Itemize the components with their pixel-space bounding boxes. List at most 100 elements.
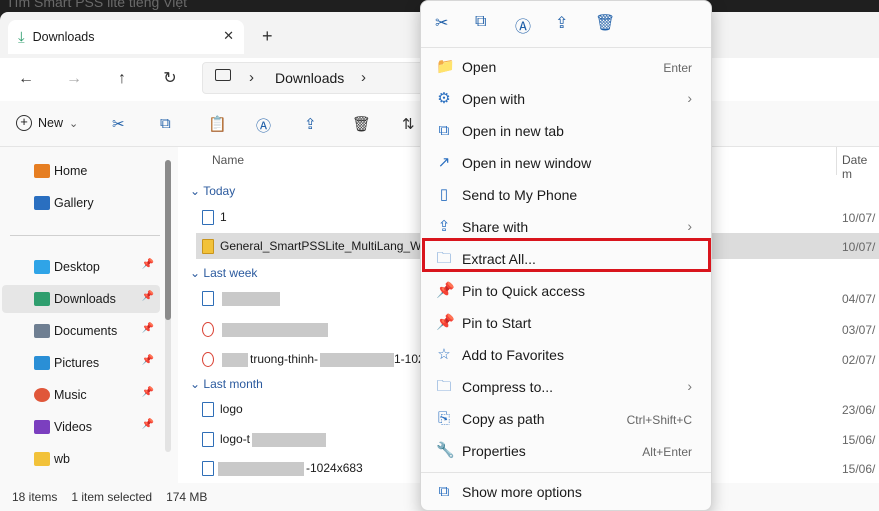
file-name: 1 (220, 210, 227, 224)
tab-title: Downloads (32, 30, 95, 44)
menu-item-label: Open in new window (462, 155, 592, 171)
item-count: 18 items (12, 490, 58, 504)
menu-item-open-new-window[interactable]: ↗ Open in new window (426, 148, 706, 178)
wrench-icon: 🔧 (436, 442, 455, 459)
menu-divider (421, 472, 711, 473)
sidebar-item-label: Documents (54, 324, 118, 338)
selection-count: 1 item selected (71, 490, 153, 504)
menu-item-copy-path[interactable]: ⎘ Copy as path Ctrl+Shift+C (426, 404, 706, 434)
menu-item-label: Open with (462, 91, 526, 107)
file-date: 10/07/ (842, 211, 876, 225)
menu-item-pin-start[interactable]: 📌 Pin to Start (426, 308, 706, 338)
menu-item-open[interactable]: 📁 Open Enter (426, 52, 706, 82)
breadcrumb-downloads[interactable]: Downloads (275, 70, 344, 86)
copy-icon[interactable]: ⧉ (475, 13, 486, 31)
menu-item-show-more-options[interactable]: ⧉ Show more options (426, 477, 706, 507)
group-label: Today (203, 184, 236, 198)
file-name: logo (220, 402, 243, 416)
sidebar-item-downloads[interactable]: Downloads 📌 (2, 285, 160, 313)
delete-icon[interactable]: 🗑 (595, 13, 615, 33)
chevron-right-icon: › (687, 378, 692, 394)
sidebar-scrollbar[interactable] (165, 160, 171, 452)
folder-icon: 📁 (436, 58, 455, 75)
forward-button[interactable]: → (62, 67, 86, 91)
menu-item-label: Properties (462, 443, 526, 459)
address-bar[interactable]: › Downloads › (202, 62, 432, 94)
documents-icon (34, 324, 50, 338)
menu-item-properties[interactable]: 🔧 Properties Alt+Enter (426, 436, 706, 466)
menu-item-add-favorites[interactable]: ☆ Add to Favorites (426, 340, 706, 370)
sidebar-item-documents[interactable]: Documents 📌 (2, 317, 160, 345)
group-label: Last week (203, 266, 258, 280)
new-tab-icon: ⧉ (438, 122, 450, 139)
sidebar-item-desktop[interactable]: Desktop 📌 (2, 253, 160, 281)
menu-shortcut: Ctrl+Shift+C (626, 413, 692, 427)
sidebar-item-music[interactable]: Music 📌 (2, 381, 160, 409)
paste-icon[interactable]: 📋 (208, 115, 227, 133)
up-button[interactable]: ↑ (110, 67, 134, 91)
chrome-file-icon (202, 322, 214, 337)
pin-icon: 📌 (141, 323, 154, 334)
sidebar-item-gallery[interactable]: Gallery (2, 189, 160, 217)
sidebar-item-home[interactable]: Home (2, 157, 160, 185)
new-button[interactable]: + New ⌄ (16, 115, 78, 131)
file-date: 02/07/ (842, 353, 876, 367)
sidebar-item-label: Pictures (54, 356, 100, 370)
group-header-today[interactable]: ⌄ Today (190, 184, 235, 198)
sidebar-item-wb[interactable]: wb (2, 445, 160, 473)
tab-downloads[interactable]: ⤓ Downloads ✕ (8, 20, 244, 54)
share-icon[interactable]: ⇪ (304, 115, 317, 133)
menu-item-label: Pin to Quick access (462, 283, 585, 299)
delete-icon[interactable]: 🗑 (352, 115, 371, 133)
highlight-box (422, 238, 711, 272)
share-icon[interactable]: ⇪ (555, 13, 568, 33)
file-icon (202, 432, 214, 447)
sidebar: Home Gallery Desktop 📌 Downloads 📌 Documen… (0, 147, 178, 483)
menu-item-open-with[interactable]: ⚙ Open with › (426, 84, 706, 114)
sidebar-item-pictures[interactable]: Pictures 📌 (2, 349, 160, 377)
column-header-name[interactable]: Name (212, 153, 244, 167)
star-icon: ☆ (437, 346, 451, 363)
sidebar-divider (10, 235, 160, 236)
new-tab-button[interactable]: + (262, 26, 273, 47)
chevron-down-icon: ⌄ (190, 184, 201, 198)
menu-item-label: Share with (462, 219, 529, 235)
pin-icon: 📌 (436, 314, 455, 331)
file-icon (202, 461, 214, 476)
cut-icon[interactable]: ✂ (112, 115, 125, 133)
download-icon (34, 292, 50, 306)
pin-icon: 📌 (141, 387, 154, 398)
sidebar-item-videos[interactable]: Videos 📌 (2, 413, 160, 441)
redacted-name (218, 462, 304, 476)
menu-divider (421, 47, 711, 48)
pictures-icon (34, 356, 50, 370)
download-icon: ⤓ (18, 28, 25, 46)
back-button[interactable]: ← (14, 67, 38, 91)
menu-item-compress[interactable]: 🗀 Compress to... › (426, 372, 706, 402)
refresh-button[interactable]: ↻ (158, 67, 182, 91)
desktop-icon (34, 260, 50, 274)
column-header-date[interactable]: Date m (842, 153, 879, 181)
file-name: General_SmartPSSLite_MultiLang_Win (220, 239, 431, 253)
scrollbar-thumb[interactable] (165, 160, 171, 320)
group-header-last-week[interactable]: ⌄ Last week (190, 266, 257, 280)
rename-icon[interactable]: Ⓐ (515, 13, 531, 37)
menu-item-pin-quick-access[interactable]: 📌 Pin to Quick access (426, 276, 706, 306)
copy-icon[interactable]: ⧉ (160, 115, 171, 132)
menu-item-send-to-phone[interactable]: ▯ Send to My Phone (426, 180, 706, 210)
rename-icon[interactable]: Ⓐ (256, 115, 271, 136)
file-icon (202, 402, 214, 417)
new-window-icon: ↗ (437, 154, 451, 171)
menu-item-label: Add to Favorites (462, 347, 564, 363)
menu-item-open-new-tab[interactable]: ⧉ Open in new tab (426, 116, 706, 146)
redacted-name (222, 323, 328, 337)
group-header-last-month[interactable]: ⌄ Last month (190, 377, 263, 391)
chevron-right-icon: › (687, 90, 692, 106)
new-label: New (38, 116, 64, 130)
sort-icon[interactable]: ⇅ (402, 115, 415, 133)
file-name: -1024x683 (306, 461, 363, 475)
redacted-name (320, 353, 394, 367)
cut-icon[interactable]: ✂ (435, 13, 448, 33)
close-tab-icon[interactable]: ✕ (223, 28, 234, 44)
file-date: 15/06/ (842, 462, 876, 476)
